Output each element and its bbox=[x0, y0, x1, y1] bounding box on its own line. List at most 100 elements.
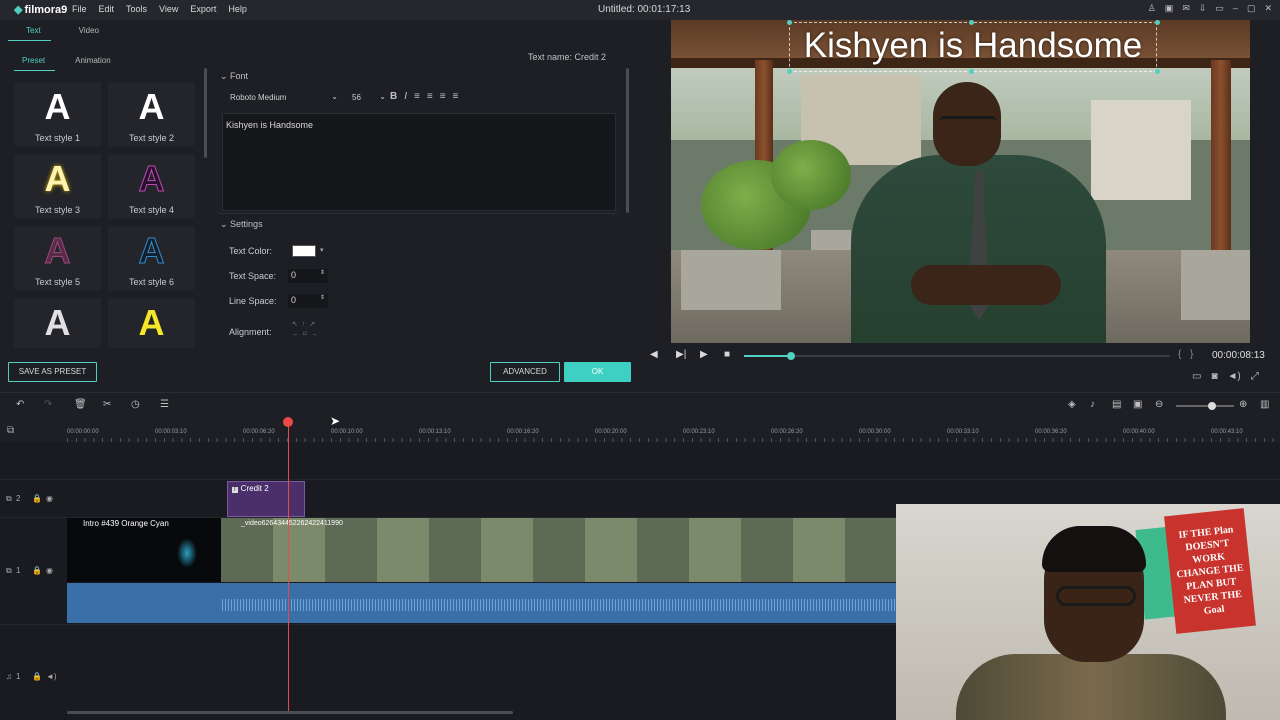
mail-icon[interactable]: ✉ bbox=[1182, 3, 1190, 14]
tab-text[interactable]: Text bbox=[8, 26, 51, 41]
add-track-icon[interactable]: ⧉ bbox=[7, 425, 14, 436]
settings-section-header[interactable]: ⌄ Settings bbox=[220, 219, 263, 230]
text-style-card[interactable]: A bbox=[14, 298, 101, 348]
close-icon[interactable]: ✕ bbox=[1264, 3, 1272, 14]
style-label: Text style 1 bbox=[34, 133, 81, 143]
line-space-input[interactable]: 0 ⇕ bbox=[288, 294, 328, 308]
redo-icon[interactable]: ↷ bbox=[44, 399, 52, 410]
account-icon[interactable]: ♙ bbox=[1148, 3, 1156, 14]
italic-icon[interactable]: I bbox=[404, 91, 407, 102]
lock-icon[interactable]: 🔒 bbox=[32, 672, 42, 681]
volume-icon[interactable]: ◄) bbox=[1228, 371, 1241, 382]
step-forward-icon[interactable]: ▶| bbox=[676, 349, 686, 360]
zoom-knob[interactable] bbox=[1208, 402, 1216, 410]
play-icon[interactable]: ▶ bbox=[700, 349, 708, 360]
resize-handle[interactable] bbox=[787, 69, 792, 74]
subtitle-icon[interactable]: ▣ bbox=[1133, 399, 1142, 410]
menu-file[interactable]: File bbox=[72, 4, 87, 14]
chevron-down-icon[interactable]: ▾ bbox=[320, 246, 324, 254]
video-clip[interactable]: _video626434452262422411990 bbox=[221, 518, 896, 582]
save-as-preset-button[interactable]: SAVE AS PRESET bbox=[8, 362, 97, 382]
align-center-icon[interactable]: ≡ bbox=[427, 91, 433, 102]
layout-icon[interactable]: ▥ bbox=[1260, 399, 1269, 410]
mixer-icon[interactable]: ▤ bbox=[1112, 399, 1121, 410]
menu-edit[interactable]: Edit bbox=[99, 4, 115, 14]
text-color-swatch[interactable] bbox=[292, 245, 316, 257]
lock-icon[interactable]: 🔒 bbox=[32, 566, 42, 575]
intro-clip[interactable]: Intro #439 Orange Cyan bbox=[67, 518, 221, 582]
seek-bar[interactable] bbox=[744, 352, 1170, 360]
editor-scrollbar[interactable] bbox=[626, 68, 629, 213]
zoom-out-icon[interactable]: ⊖ bbox=[1155, 399, 1163, 410]
display-icon[interactable]: ▭ bbox=[1192, 371, 1201, 382]
bold-icon[interactable]: B bbox=[390, 91, 397, 102]
fullscreen-icon[interactable]: ▭ bbox=[1215, 3, 1224, 14]
menu-tools[interactable]: Tools bbox=[126, 4, 147, 14]
justify-icon[interactable]: ≡ bbox=[453, 91, 459, 102]
font-size-select[interactable]: 56 ⌄ bbox=[348, 89, 388, 107]
speed-icon[interactable]: ◷ bbox=[131, 399, 140, 410]
playhead[interactable] bbox=[288, 424, 289, 714]
resize-handle[interactable] bbox=[969, 20, 974, 25]
marker-icon[interactable]: ◈ bbox=[1068, 399, 1076, 410]
text-style-card[interactable]: A Text style 2 bbox=[108, 82, 195, 146]
audio-clip[interactable] bbox=[67, 583, 896, 623]
lock-icon[interactable]: 🔒 bbox=[32, 494, 42, 503]
advanced-button[interactable]: ADVANCED bbox=[490, 362, 560, 382]
text-style-card[interactable]: A Text style 4 bbox=[108, 154, 195, 218]
align-right-icon[interactable]: ≡ bbox=[440, 91, 446, 102]
resize-handle[interactable] bbox=[969, 69, 974, 74]
timeline-ruler[interactable]: ⧉ 00:00:00:00 00:00:03:10 00:00:06:20 00:00… bbox=[0, 420, 1280, 442]
eye-icon[interactable]: ◉ bbox=[46, 566, 53, 575]
menu-export[interactable]: Export bbox=[190, 4, 216, 14]
zoom-in-icon[interactable]: ⊕ bbox=[1239, 399, 1247, 410]
maximize-icon[interactable]: ▢ bbox=[1247, 3, 1256, 14]
video-preview[interactable]: Kishyen is Handsome bbox=[671, 20, 1250, 343]
undo-icon[interactable]: ↶ bbox=[16, 399, 24, 410]
fullscreen-icon[interactable]: ⤢ bbox=[1251, 371, 1259, 382]
seek-knob[interactable] bbox=[786, 352, 795, 360]
text-style-card[interactable]: A Text style 5 bbox=[14, 226, 101, 290]
zoom-slider[interactable] bbox=[1176, 405, 1234, 407]
tab-animation[interactable]: Animation bbox=[75, 56, 111, 71]
timeline-scrollbar[interactable] bbox=[67, 711, 513, 714]
resize-handle[interactable] bbox=[1155, 20, 1160, 25]
text-style-card[interactable]: A bbox=[108, 298, 195, 348]
text-style-card[interactable]: A Text style 3 bbox=[14, 154, 101, 218]
font-family-select[interactable]: Roboto Medium ⌄ bbox=[222, 89, 342, 107]
font-section-header[interactable]: ⌄ Font bbox=[220, 71, 248, 82]
alignment-grid-icon[interactable]: ↖↑↗ ←⌑→ bbox=[292, 320, 322, 340]
previous-frame-icon[interactable]: ◀ bbox=[650, 349, 658, 360]
bracket-out-icon[interactable]: } bbox=[1190, 349, 1193, 360]
microphone-icon[interactable]: ♪ bbox=[1090, 399, 1095, 410]
resize-handle[interactable] bbox=[787, 20, 792, 25]
text-overlay[interactable]: Kishyen is Handsome bbox=[788, 26, 1158, 66]
adjust-icon[interactable]: ☰ bbox=[160, 399, 169, 410]
snapshot-icon[interactable]: ◙ bbox=[1211, 371, 1217, 382]
text-style-card[interactable]: A Text style 1 bbox=[14, 82, 101, 146]
download-icon[interactable]: ⇩ bbox=[1199, 3, 1207, 14]
text-content-input[interactable]: Kishyen is Handsome bbox=[222, 113, 616, 211]
stepper-icon[interactable]: ⇕ bbox=[320, 294, 325, 301]
align-left-icon[interactable]: ≡ bbox=[414, 91, 420, 102]
text-space-input[interactable]: 0 ⇕ bbox=[288, 269, 328, 283]
tab-preset[interactable]: Preset bbox=[14, 56, 56, 71]
menu-view[interactable]: View bbox=[159, 4, 178, 14]
minimize-icon[interactable]: – bbox=[1233, 3, 1238, 14]
stop-icon[interactable]: ■ bbox=[724, 349, 730, 360]
stepper-icon[interactable]: ⇕ bbox=[320, 269, 325, 276]
tab-video[interactable]: Video bbox=[79, 26, 99, 41]
ok-button[interactable]: OK bbox=[564, 362, 631, 382]
cut-icon[interactable]: ✂ bbox=[103, 399, 111, 410]
menu-help[interactable]: Help bbox=[228, 4, 247, 14]
speaker-icon[interactable]: ◄) bbox=[46, 672, 57, 681]
text-style-card[interactable]: A Text style 6 bbox=[108, 226, 195, 290]
delete-icon[interactable]: 🗑 bbox=[74, 399, 87, 410]
save-icon[interactable]: ▣ bbox=[1165, 3, 1174, 14]
bracket-in-icon[interactable]: { bbox=[1178, 349, 1181, 360]
eye-icon[interactable]: ◉ bbox=[46, 494, 53, 503]
app-name: filmora9 bbox=[24, 4, 68, 16]
styles-scrollbar[interactable] bbox=[204, 68, 207, 158]
resize-handle[interactable] bbox=[1155, 69, 1160, 74]
title-clip[interactable]: T Credit 2 bbox=[227, 481, 305, 517]
